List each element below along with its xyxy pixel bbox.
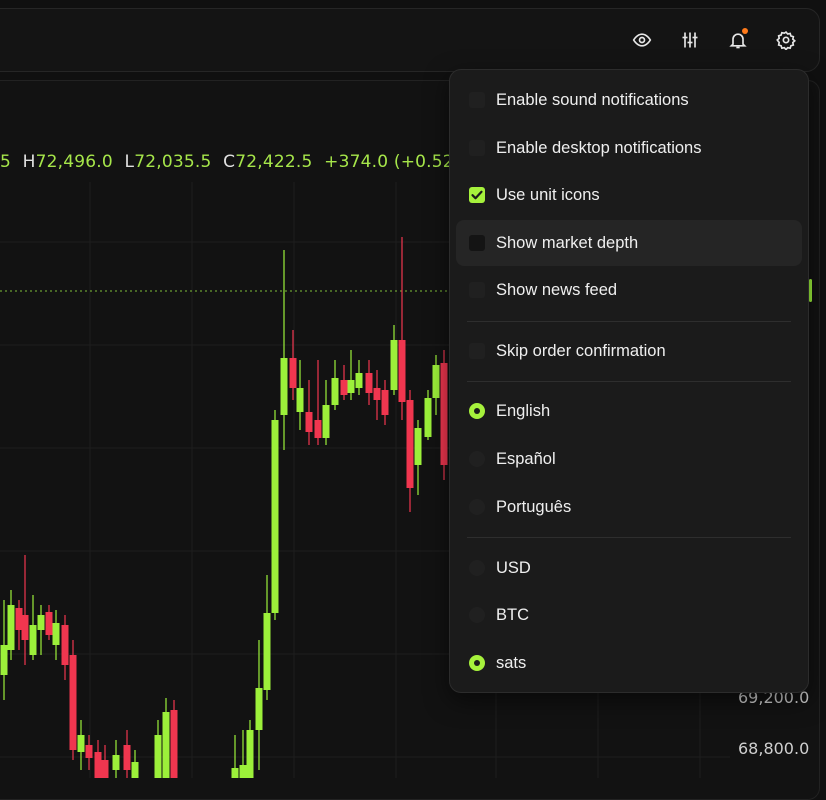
candle-body [296,388,304,412]
candle-body [112,755,120,770]
toggle-unit-icons[interactable]: Use unit icons [456,172,802,218]
candle-body [170,710,178,778]
menu-divider [467,321,791,322]
candle-body [45,612,53,635]
ohlc-readout: 5 H72,496.0 L72,035.5 C72,422.5 +374.0 (… [0,152,454,172]
candle-body [314,420,322,438]
menu-item-label: Português [496,497,572,516]
candle-body [101,760,109,778]
radio[interactable] [469,607,485,623]
radio[interactable] [469,451,485,467]
candle-body [29,625,37,655]
candle-body [52,623,60,645]
candle-body [61,625,69,665]
menu-item-label: English [496,401,551,420]
menu-item-label: BTC [496,605,529,624]
candle-body [271,420,279,613]
candle-body [231,768,239,778]
candle-body [69,655,77,750]
toggle-news-feed[interactable]: Show news feed [456,267,802,313]
menu-item-label: Show market depth [496,233,639,252]
candle-body [280,358,288,415]
candle-body [94,752,102,778]
candle-body [365,373,373,393]
candle-body [322,405,330,438]
candle-body [424,398,432,437]
check-icon [471,190,483,200]
candle-body [373,388,381,400]
toggle-desktop-notifications[interactable]: Enable desktop notifications [456,125,802,171]
radio[interactable] [469,499,485,515]
candle-body [381,390,389,415]
candle-body [77,735,85,752]
candle-body [0,645,8,675]
radio[interactable] [469,560,485,576]
candle-body [162,712,170,778]
ohlc-high-label: H [22,152,36,172]
ohlc-close-label: C [223,152,236,172]
y-axis-label: 68,800.0 [738,739,810,758]
ohlc-close-value: 72,422.5 [235,152,313,172]
candle-body [305,412,313,432]
candle-body [85,745,93,758]
candle-body [289,358,297,388]
price-scroll-marker[interactable] [809,279,812,302]
unit-option-sats[interactable]: sats [456,640,802,686]
language-option-english[interactable]: English [456,388,802,434]
menu-item-label: Enable desktop notifications [496,138,702,157]
menu-item-label: Enable sound notifications [496,90,689,109]
menu-item-label: USD [496,558,531,577]
ohlc-change: +374.0 (+0.52 [324,152,454,172]
menu-divider [467,381,791,382]
toggle-market-depth[interactable]: Show market depth [456,220,802,266]
menu-item-label: Skip order confirmation [496,341,666,360]
candle-body [406,400,414,488]
candle-body [414,428,422,465]
candle-body [21,615,29,640]
candle-body [37,615,45,630]
unit-option-usd[interactable]: USD [456,545,802,591]
menu-item-label: Use unit icons [496,185,600,204]
candle-body [131,762,139,778]
checkbox[interactable] [469,140,485,156]
ohlc-low-value: 72,035.5 [134,152,212,172]
unit-option-btc[interactable]: BTC [456,592,802,638]
checkbox[interactable] [469,343,485,359]
candle-body [7,605,15,650]
checkbox[interactable] [469,235,485,251]
candle-body [432,365,440,398]
candle-body [263,613,271,690]
candle-body [123,745,131,770]
candle-body [255,688,263,730]
candle-body [246,730,254,778]
menu-item-label: sats [496,653,527,672]
menu-item-label: Show news feed [496,280,618,299]
checkbox[interactable] [469,92,485,108]
candle-body [340,380,348,395]
menu-divider [467,537,791,538]
settings-menu: Enable sound notifications Enable deskto… [449,69,809,693]
language-option-portugues[interactable]: Português [456,484,802,530]
candle-body [440,363,448,465]
candle-body [355,373,363,388]
candle-body [331,378,339,405]
checkbox[interactable] [469,282,485,298]
candle-body [239,765,247,778]
checkbox-checked[interactable] [469,187,485,203]
radio-selected[interactable] [469,403,485,419]
candle-body [154,735,162,778]
candle-body [347,380,355,393]
ohlc-low-label: L [124,152,135,172]
ohlc-lead: 5 [0,152,12,172]
ohlc-high-value: 72,496.0 [35,152,113,172]
candle-body [390,340,398,390]
menu-item-label: Español [496,449,556,468]
language-option-espanol[interactable]: Español [456,436,802,482]
radio-selected[interactable] [469,655,485,671]
toggle-skip-order-confirmation[interactable]: Skip order confirmation [456,328,802,374]
candle-body [15,608,23,630]
toggle-sound-notifications[interactable]: Enable sound notifications [456,77,802,123]
candle-body [398,340,406,402]
